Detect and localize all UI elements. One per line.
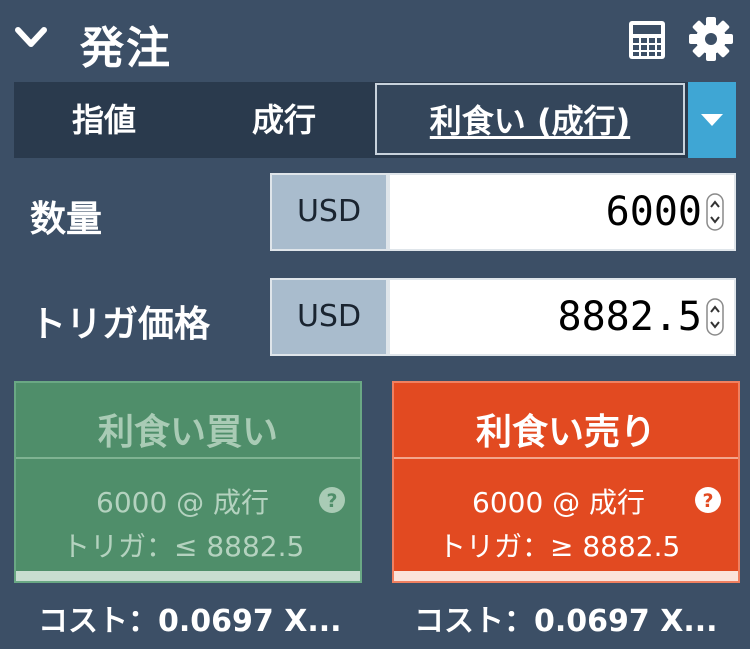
take-profit-buy-button[interactable]: 利食い買い 6000 @ 成行 ? トリガ：≤ 8882.5: [14, 381, 362, 583]
buy-order-detail: 6000 @ 成行: [96, 486, 270, 519]
sell-button-title: 利食い売り: [475, 412, 656, 453]
order-panel: 発注 指値 成行 利食い (成行) 数量 USD 6000 トリガ価格 USD …: [0, 0, 750, 649]
sell-trigger-condition: トリガ：≥ 8882.5: [438, 530, 681, 563]
quantity-unit: USD: [270, 173, 388, 251]
sell-order-detail: 6000 @ 成行: [472, 486, 646, 519]
tab-take-profit-market[interactable]: 利食い (成行): [375, 83, 685, 155]
sell-help-icon[interactable]: ?: [694, 486, 722, 514]
take-profit-sell-button[interactable]: 利食い売り 6000 @ 成行 ? トリガ：≥ 8882.5: [392, 381, 740, 583]
buy-cost: コスト：0.0697 X...: [38, 604, 342, 639]
sell-button-divider: [394, 457, 738, 459]
svg-text:?: ?: [702, 490, 713, 512]
order-type-dropdown-button[interactable]: [688, 82, 736, 158]
buy-trigger-condition: トリガ：≤ 8882.5: [62, 530, 305, 563]
trigger-price-field: [388, 278, 736, 356]
trigger-price-unit: USD: [270, 278, 388, 356]
caret-down-icon: [701, 114, 723, 126]
buy-button-title: 利食い買い: [97, 412, 278, 453]
quantity-field: [388, 173, 736, 251]
sell-button-bar: [394, 571, 738, 581]
quantity-label: 数量: [30, 199, 103, 240]
panel-title: 発注: [80, 23, 172, 74]
svg-text:?: ?: [326, 490, 337, 512]
quantity-input[interactable]: [390, 175, 702, 249]
sell-cost: コスト：0.0697 X...: [414, 604, 718, 639]
trigger-price-spinner-icon[interactable]: [706, 298, 724, 336]
trigger-price-label: トリガ価格: [30, 304, 211, 345]
buy-button-bar: [16, 571, 360, 581]
tab-take-profit-label: 利食い (成行): [429, 102, 631, 140]
tab-market[interactable]: 成行: [194, 82, 374, 158]
buy-help-icon[interactable]: ?: [318, 486, 346, 514]
tab-limit[interactable]: 指値: [14, 82, 194, 158]
quantity-spinner-icon[interactable]: [706, 193, 724, 231]
chevron-down-icon[interactable]: [14, 22, 48, 52]
trigger-price-input[interactable]: [390, 280, 702, 354]
gear-icon[interactable]: [688, 16, 734, 62]
buy-button-divider: [16, 457, 360, 459]
order-type-tabs: 指値 成行 利食い (成行): [14, 82, 736, 158]
calculator-icon[interactable]: [628, 20, 666, 60]
order-header: 発注: [0, 0, 750, 80]
